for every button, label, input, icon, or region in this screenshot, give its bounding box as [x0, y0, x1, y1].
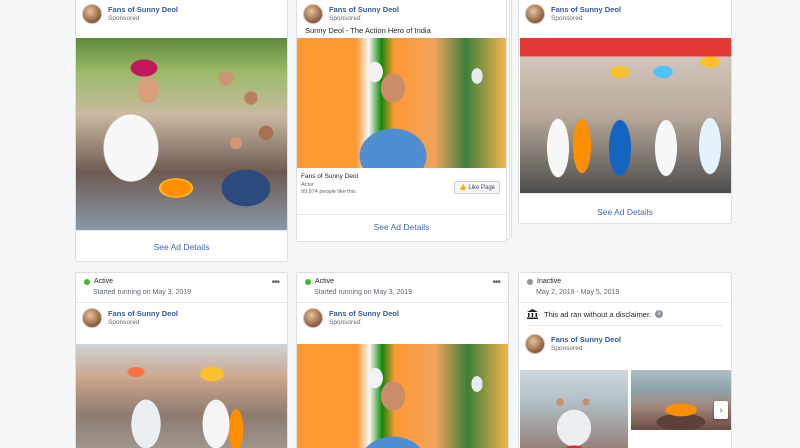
like-page-label: Like Page	[468, 185, 495, 191]
ad-image-stage-group[interactable]	[520, 38, 731, 193]
status-dot	[527, 278, 533, 285]
sponsored-label: Sponsored	[551, 345, 583, 352]
page-name[interactable]: Fans of Sunny Deol	[551, 335, 621, 344]
ad-image-sunny-deol-rally[interactable]	[76, 38, 287, 230]
see-ad-details-link[interactable]: See Ad Details	[76, 242, 287, 252]
sponsored-label: Sponsored	[108, 319, 140, 326]
page-name[interactable]: Fans of Sunny Deol	[329, 5, 399, 14]
ad-card-2: Fans of Sunny Deol Sponsored Sunny Deol …	[296, 0, 507, 242]
sponsored-label: Sponsored	[108, 15, 140, 22]
page-name[interactable]: Fans of Sunny Deol	[108, 5, 178, 14]
carousel-image-1[interactable]	[520, 370, 628, 448]
status-row: Inactive	[527, 278, 561, 285]
disclaimer-bank-icon	[527, 309, 538, 319]
status-label: Active	[94, 278, 114, 285]
ad-card-1: Fans of Sunny Deol Sponsored See Ad Deta…	[75, 0, 288, 262]
sponsored-label: Sponsored	[329, 319, 361, 326]
sponsored-label: Sponsored	[551, 15, 583, 22]
status-dot	[305, 278, 311, 285]
disclaimer-text: This ad ran without a disclaimer.	[544, 309, 652, 319]
ad-header: Fans of Sunny Deol Sponsored	[519, 329, 627, 359]
ad-image-crowd-vehicle[interactable]	[76, 344, 287, 448]
page-avatar[interactable]	[303, 4, 323, 24]
page-avatar[interactable]	[525, 334, 545, 354]
status-row: Active	[84, 278, 113, 285]
status-row: Active	[305, 278, 334, 285]
page-name[interactable]: Fans of Sunny Deol	[329, 309, 399, 318]
chevron-right-icon[interactable]: ›	[714, 401, 728, 419]
page-avatar[interactable]	[525, 4, 545, 24]
cta-page-name[interactable]: Fans of Sunny Deol	[301, 173, 502, 180]
info-icon[interactable]: i	[655, 310, 664, 318]
ad-header: Fans of Sunny Deol Sponsored	[519, 0, 731, 29]
ad-image-sunny-deol-wave[interactable]	[297, 344, 508, 448]
status-label: Active	[315, 278, 335, 285]
run-dates: May 2, 2019 - May 5, 2019	[536, 289, 620, 296]
page-name[interactable]: Fans of Sunny Deol	[108, 309, 178, 318]
page-avatar[interactable]	[82, 308, 102, 328]
page-avatar[interactable]	[303, 308, 323, 328]
page-name[interactable]: Fans of Sunny Deol	[551, 5, 621, 14]
ad-image-sunny-deol-wave[interactable]	[297, 38, 506, 168]
ad-header: Fans of Sunny Deol Sponsored	[76, 303, 184, 333]
more-options-icon[interactable]: •••	[492, 277, 500, 288]
status-label: Inactive	[537, 278, 562, 285]
disclaimer-row: This ad ran without a disclaimer. i	[527, 309, 664, 319]
ad-card-4: Active Started running on May 3, 2019 ••…	[75, 272, 288, 448]
carousel-image-2[interactable]	[631, 370, 731, 430]
ad-header: Fans of Sunny Deol Sponsored	[297, 303, 405, 333]
ad-card-6: Inactive May 2, 2019 - May 5, 2019 This …	[518, 272, 732, 448]
ad-header: Fans of Sunny Deol Sponsored	[76, 0, 287, 29]
sponsored-label: Sponsored	[329, 15, 361, 22]
like-page-button[interactable]: 👍 Like Page	[454, 181, 500, 194]
ad-card-3: Fans of Sunny Deol Sponsored See Ad Deta…	[518, 0, 732, 224]
thumbs-up-icon: 👍	[459, 185, 467, 191]
run-dates: Started running on May 3, 2019	[93, 289, 192, 296]
ad-caption: Sunny Deol - The Action Hero of India	[305, 26, 431, 35]
status-dot	[84, 278, 90, 285]
ad-card-5: Active Started running on May 3, 2019 ••…	[296, 272, 509, 448]
page-avatar[interactable]	[82, 4, 102, 24]
see-ad-details-link[interactable]: See Ad Details	[519, 207, 731, 217]
ad-header: Fans of Sunny Deol Sponsored	[297, 0, 506, 29]
run-dates: Started running on May 3, 2019	[314, 289, 413, 296]
more-options-icon[interactable]: •••	[271, 277, 279, 288]
see-ad-details-link[interactable]: See Ad Details	[297, 222, 506, 232]
